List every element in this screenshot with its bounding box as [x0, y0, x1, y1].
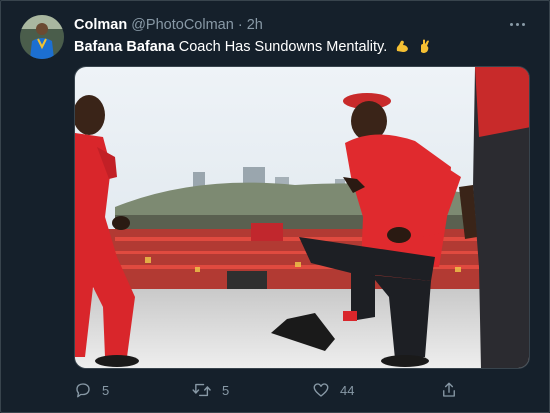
author-avatar[interactable]	[20, 15, 64, 59]
author-name[interactable]: Colman	[74, 17, 127, 33]
share-icon	[440, 381, 458, 399]
flexed-biceps-emoji-icon	[394, 38, 410, 58]
tweet-photo[interactable]	[74, 66, 530, 369]
author-handle[interactable]: @PhotoColman	[131, 17, 234, 33]
share-button[interactable]	[440, 380, 458, 400]
tweet-timestamp[interactable]: 2h	[247, 17, 263, 33]
retweet-button[interactable]: 5	[192, 380, 229, 400]
tweet-text-rest: Coach Has Sundowns Mentality.	[174, 39, 388, 55]
tweet-text: Bafana Bafana Coach Has Sundowns Mentali…	[74, 38, 433, 58]
like-button[interactable]: 44	[312, 380, 354, 400]
more-options-icon[interactable]	[508, 14, 528, 34]
like-icon	[312, 381, 330, 399]
tweet-actions: 5 5 44	[74, 380, 514, 400]
tweet-header: Colman @PhotoColman · 2h	[74, 17, 490, 35]
reply-button[interactable]: 5	[74, 380, 109, 400]
tweet-text-bold: Bafana Bafana	[74, 39, 175, 55]
crossed-fingers-emoji-icon	[417, 38, 433, 58]
reply-icon	[74, 381, 92, 399]
reply-count: 5	[102, 382, 110, 398]
meta-separator: ·	[237, 17, 243, 33]
like-count: 44	[340, 382, 355, 398]
retweet-icon	[192, 381, 212, 399]
retweet-count: 5	[222, 382, 230, 398]
